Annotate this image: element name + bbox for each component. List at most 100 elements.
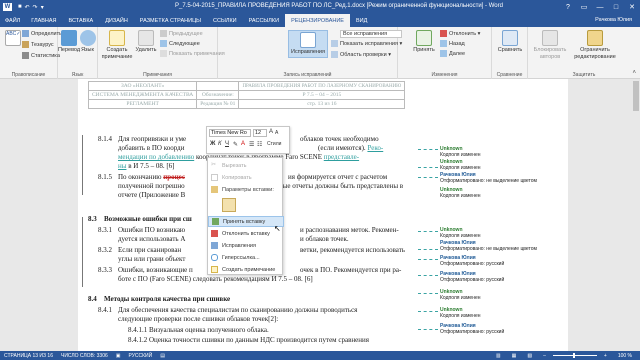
highlight-icon[interactable]: ✎ xyxy=(233,141,238,148)
minimize-button[interactable]: — xyxy=(592,0,608,14)
reject-button[interactable]: Отклонить ▾ xyxy=(440,30,480,37)
show-markup-button[interactable]: Показать исправления ▾ xyxy=(331,40,402,47)
protect-label: Защитить xyxy=(572,72,596,78)
menu-item-accept-insertion[interactable]: Принять вставку xyxy=(208,216,284,227)
text-line: Ошибки, возникающие п xyxy=(118,266,193,274)
track-changes-button[interactable]: Исправления xyxy=(288,30,328,58)
zoom-slider[interactable] xyxy=(552,353,597,358)
compare-group: Сравнить Сравнение xyxy=(492,27,528,79)
bold-button[interactable]: Ж xyxy=(210,141,215,147)
document-page[interactable]: ЗАО «НЕОЛАНТ» ПРАВИЛА ПРОВЕДЕНИЯ РАБОТ П… xyxy=(78,79,568,351)
vertical-scrollbar[interactable] xyxy=(632,79,640,351)
thesaurus-button[interactable]: Тезаурус xyxy=(22,41,54,48)
translate-button[interactable]: Перевод xyxy=(58,30,80,54)
undo-icon[interactable]: ↶ xyxy=(25,4,30,11)
markup-balloon[interactable]: Unknown Кодполя изменен xyxy=(440,146,481,158)
block-authors-button[interactable]: Блокировать авторов xyxy=(530,30,570,60)
word-count[interactable]: ЧИСЛО СЛОВ: 3306 xyxy=(57,353,112,359)
review-pane-button[interactable]: Область проверки ▾ xyxy=(331,51,391,58)
comments-group: Создать примечание Удалить Предыдущее Сл… xyxy=(98,27,225,79)
markup-balloon[interactable]: Рачкова Юлия Отформатировано: русский xyxy=(440,255,504,267)
menu-item-hyperlink[interactable]: Гиперссылка... xyxy=(208,252,284,263)
zoom-slider-thumb[interactable] xyxy=(572,353,575,358)
new-comment-button[interactable]: Создать примечание xyxy=(102,30,132,60)
collapse-ribbon-icon[interactable]: ˄ xyxy=(632,70,636,76)
spelling-button[interactable]: ABC✓ xyxy=(3,30,23,47)
forward-button[interactable]: Далее xyxy=(440,50,465,57)
ribbon-display-icon[interactable]: ▭ xyxy=(576,0,592,14)
language-status[interactable]: РУССКИЙ xyxy=(125,353,157,359)
tab-layout[interactable]: РАЗМЕТКА СТРАНИЦЫ xyxy=(134,14,207,27)
spelling-icon: ABC✓ xyxy=(5,30,21,46)
macro-icon[interactable]: ▤ xyxy=(156,353,169,359)
paste-keep-format-button[interactable] xyxy=(222,198,236,212)
font-size-input[interactable]: 12 xyxy=(253,129,267,137)
help-button[interactable]: ? xyxy=(560,0,576,14)
markup-balloon[interactable]: Рачкова Юлия Отформатировано: русский xyxy=(440,323,504,335)
tab-insert[interactable]: ВСТАВКА xyxy=(63,14,100,27)
menu-item-corrections[interactable]: Исправления xyxy=(208,240,284,251)
qat-dropdown-icon[interactable]: ▾ xyxy=(41,4,44,11)
page-count[interactable]: СТРАНИЦА 13 ИЗ 16 xyxy=(0,353,57,359)
delete-comment-button[interactable]: Удалить xyxy=(134,30,158,54)
text-line: Если при сканирован xyxy=(118,246,182,254)
proofing-status-icon[interactable]: ▣ xyxy=(112,353,125,359)
zoom-level[interactable]: 100 % xyxy=(614,353,636,359)
accept-button[interactable]: Принять xyxy=(412,30,436,54)
italic-button[interactable]: К xyxy=(218,141,222,147)
markup-balloon[interactable]: Рачкова Юлия Отформатировано: не выделени… xyxy=(440,172,537,184)
save-icon[interactable]: ■ xyxy=(18,4,22,10)
print-layout-icon[interactable]: ▦ xyxy=(508,353,521,359)
menu-item-new-comment[interactable]: Создать примечание xyxy=(208,264,284,275)
text-line: ны в И 7.5 – 08. [6] xyxy=(118,162,175,170)
tab-home[interactable]: ГЛАВНАЯ xyxy=(25,14,62,27)
read-mode-icon[interactable]: ▥ xyxy=(492,353,505,359)
menu-item-reject-insertion[interactable]: Отклонить вставку xyxy=(208,228,284,239)
web-layout-icon[interactable]: ▧ xyxy=(523,353,536,359)
define-button[interactable]: Определить xyxy=(22,30,62,37)
maximize-button[interactable]: □ xyxy=(608,0,624,14)
tracking-group: Исправления Все исправления Показать исп… xyxy=(218,27,402,79)
tab-review[interactable]: РЕЦЕНЗИРОВАНИЕ xyxy=(285,14,350,27)
tab-file[interactable]: ФАЙЛ xyxy=(0,14,26,27)
styles-button[interactable]: Стили xyxy=(267,141,281,147)
scrollbar-thumb[interactable] xyxy=(633,81,639,111)
next-comment-button[interactable]: Следующее xyxy=(160,40,200,47)
font-name-input[interactable]: Times New Ro xyxy=(209,129,251,137)
user-name[interactable]: Рачкова Юлия xyxy=(595,17,632,23)
bullets-icon[interactable]: ☰ xyxy=(249,141,254,148)
tab-view[interactable]: ВИД xyxy=(350,14,373,27)
copy-icon xyxy=(211,174,218,181)
comment-connector xyxy=(418,329,438,330)
zoom-out-button[interactable]: – xyxy=(539,353,550,359)
shrink-font-button[interactable]: A xyxy=(275,130,278,136)
markup-balloon[interactable]: Unknown Кодполя изменен xyxy=(440,159,481,171)
underline-button[interactable]: Ч xyxy=(225,141,229,147)
zoom-in-button[interactable]: + xyxy=(600,353,611,359)
prev-comment-button[interactable]: Предыдущее xyxy=(160,30,203,37)
markup-balloon[interactable]: Рачкова Юлия Отформатировано: русский xyxy=(440,271,504,283)
tab-references[interactable]: ССЫЛКИ xyxy=(207,14,243,27)
back-button[interactable]: Назад xyxy=(440,40,465,47)
restrict-editing-button[interactable]: Ограничить редактирование xyxy=(572,30,618,60)
compare-button[interactable]: Сравнить xyxy=(496,30,524,54)
markup-select[interactable]: Все исправления xyxy=(340,30,402,38)
redo-icon[interactable]: ↷ xyxy=(33,4,38,11)
stats-button[interactable]: Статистика xyxy=(22,52,60,59)
tab-design[interactable]: ДИЗАЙН xyxy=(99,14,134,27)
menu-item-copy[interactable]: Копировать xyxy=(208,172,284,183)
markup-balloon[interactable]: Unknown Кодполя изменен xyxy=(440,307,481,319)
language-button[interactable]: Язык xyxy=(79,30,96,54)
numbering-icon[interactable]: ☷ xyxy=(257,141,262,148)
font-color-icon[interactable]: A xyxy=(241,141,245,147)
back-icon xyxy=(440,40,447,47)
show-comments-button[interactable]: Показать примечания xyxy=(160,50,225,57)
markup-balloon[interactable]: Рачкова Юлия Отформатировано: не выделени… xyxy=(440,240,537,252)
tab-mailings[interactable]: РАССЫЛКИ xyxy=(243,14,285,27)
markup-balloon[interactable]: Unknown Кодполя изменен xyxy=(440,227,481,239)
markup-balloon[interactable]: Unknown Кодполя изменен xyxy=(440,187,481,199)
menu-item-cut[interactable]: ✂ Вырезать xyxy=(208,160,284,171)
markup-balloon[interactable]: Unknown Кодполя изменен xyxy=(440,289,481,301)
grow-font-button[interactable]: A xyxy=(269,129,273,135)
close-button[interactable]: ✕ xyxy=(624,0,640,14)
